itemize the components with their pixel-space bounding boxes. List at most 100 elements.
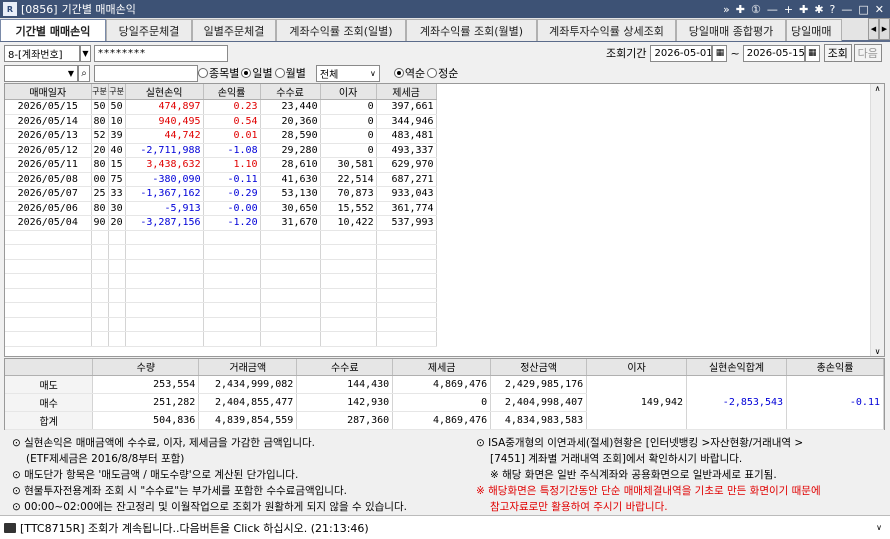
type-select[interactable]: 전체 ∨ <box>315 64 380 82</box>
table-row[interactable]: 2026/05/04 90 20 -3,287,156 -1.20 31,670 10,42… <box>5 215 437 231</box>
tab-scroll: ◀ ▶ <box>868 18 890 40</box>
warning-line: 참고자료로만 활용하여 주시기 바랍니다. <box>490 501 668 513</box>
tab-today-eval[interactable]: 당일매매 종합평가 <box>676 19 786 41</box>
table-row[interactable] <box>5 288 437 303</box>
tab-monthly-return[interactable]: 계좌수익률 조회(월별) <box>406 19 537 41</box>
link-number-icon[interactable]: ① <box>751 3 761 16</box>
status-text: [TTC8715R] 조회가 계속됩니다..다음버튼을 Click 하십시오. … <box>20 521 369 535</box>
note-line: [7451] 계좌별 거래내역 조회]에서 확인하시기 바랍니다. <box>490 453 743 465</box>
tab-prev-icon[interactable]: ◀ <box>868 18 879 40</box>
table-row[interactable] <box>5 230 437 245</box>
sum-col-fee: 수수료 <box>296 359 394 376</box>
help-icon[interactable]: ? <box>830 3 836 16</box>
col-interest[interactable]: 이자 <box>320 84 377 100</box>
radio-by-stock[interactable]: 종목별 <box>198 65 239 81</box>
calendar-icon[interactable]: ▦ <box>712 44 728 62</box>
grid-scrollbar[interactable]: ∧ ∨ <box>870 84 884 356</box>
table-row[interactable]: 2026/05/06 80 30 -5,913 -0.00 30,650 15,552 361… <box>5 201 437 216</box>
table-row[interactable]: 2026/05/08 00 75 -380,090 -0.11 41,630 22,514 6… <box>5 172 437 187</box>
filter-row: ▼ ⌕ 종목별 일별 월별 전체 ∨ 역순 정순 <box>4 64 460 82</box>
table-row[interactable] <box>5 244 437 260</box>
radio-reverse[interactable]: 역순 <box>393 65 425 81</box>
sum-col-tax: 제세금 <box>392 359 492 376</box>
password-input[interactable]: ******** <box>94 44 228 62</box>
warning-line: ※ 해당화면은 특정기간동안 단순 매매체결내역을 기초로 만든 화면이기 때문… <box>476 485 821 497</box>
stock-name-input[interactable] <box>94 64 198 82</box>
account-dropdown-icon[interactable]: ▼ <box>80 44 91 62</box>
period-row: 조회기간 2026-05-01 ▦ ~ 2026-05-15 ▦ 조회 다음 <box>606 44 882 62</box>
account-number-input[interactable]: 8-[계좌번호] <box>4 44 80 62</box>
notes-panel: ⊙ 실현손익은 매매금액에 수수료, 이자, 제세금을 가감한 금액입니다. (… <box>4 431 885 514</box>
col-rate[interactable]: 손익률 <box>203 84 261 100</box>
tab-next-icon[interactable]: ▶ <box>879 18 890 40</box>
note-line: ⊙ 현물투자전용계좌 조회 시 "수수료"는 부가세를 포함한 수수료금액입니다… <box>12 485 347 497</box>
note-line: ⊙ 00:00~02:00에는 잔고정리 및 이월작업으로 조회가 원활하게 되… <box>12 501 407 513</box>
period-label: 조회기간 <box>606 47 647 60</box>
col-tax[interactable]: 제세금 <box>376 84 437 100</box>
col-fee[interactable]: 수수료 <box>260 84 321 100</box>
end-date-input[interactable]: 2026-05-15 <box>742 44 805 62</box>
window-title: 기간별 매매손익 <box>61 3 136 16</box>
sum-row-sell: 매도 253,554 2,434,999,082 144,430 4,869,476 2… <box>5 375 884 430</box>
note-line: (ETF제세금은 2016/8/8부터 포함) <box>26 453 185 465</box>
sum-interest: 149,942 <box>586 375 688 430</box>
zoom-out-icon[interactable]: — <box>767 3 778 16</box>
tab-today-orders[interactable]: 당일주문체결 <box>106 19 192 41</box>
calendar-icon[interactable]: ▦ <box>804 44 820 62</box>
note-line: ⊙ 매도단가 항목은 '매도금액 / 매도수량'으로 계산된 단가입니다. <box>12 469 299 481</box>
summary-table: 수량 거래금액 수수료 제세금 정산금액 이자 실현손익합계 총손익률 매도 2… <box>4 358 885 430</box>
settings-icon[interactable]: ✱ <box>814 3 823 16</box>
table-row[interactable] <box>5 259 437 274</box>
tab-return-detail[interactable]: 계좌투자수익률 상세조회 <box>537 19 676 41</box>
tab-today-trade[interactable]: 당일매매 <box>786 19 842 41</box>
pin2-icon[interactable]: ✚ <box>799 3 808 16</box>
sum-col-total-pnl: 실현손익합계 <box>686 359 788 376</box>
start-date-input[interactable]: 2026-05-01 <box>650 44 713 62</box>
search-icon[interactable]: ⌕ <box>78 64 90 82</box>
period-sep: ~ <box>730 46 740 60</box>
stock-code-input[interactable]: ▼ <box>4 64 78 82</box>
radio-by-month[interactable]: 월별 <box>274 65 306 81</box>
col-pnl[interactable]: 실현손익 <box>125 84 204 100</box>
col-a[interactable]: 구분 <box>91 84 109 100</box>
sum-total-pnl: -2,853,543 <box>686 375 788 430</box>
close-icon[interactable]: ✕ <box>875 3 884 16</box>
table-row[interactable] <box>5 331 437 347</box>
maximize-icon[interactable]: □ <box>858 3 868 16</box>
tab-bar: 기간별 매매손익 당일주문체결 일별주문체결 계좌수익률 조회(일별) 계좌수익… <box>0 18 890 42</box>
scroll-down-icon: ∨ <box>874 347 881 356</box>
zoom-in-icon[interactable]: + <box>784 3 793 16</box>
table-row[interactable] <box>5 273 437 289</box>
table-row[interactable]: 2026/05/07 25 33 -1,367,162 -0.29 53,130 70,87… <box>5 186 437 202</box>
note-line: ⊙ 실현손익은 매매금액에 수수료, 이자, 제세금을 가감한 금액입니다. <box>12 437 315 449</box>
status-dropdown-icon[interactable]: ∨ <box>876 523 882 532</box>
query-button[interactable]: 조회 <box>823 44 852 62</box>
table-row[interactable] <box>5 302 437 318</box>
account-row: 8-[계좌번호] ▼ ******** <box>4 44 228 62</box>
sum-col-qty: 수량 <box>92 359 200 376</box>
col-date[interactable]: 매매일자 <box>5 84 92 100</box>
col-b[interactable]: 구분 <box>108 84 126 100</box>
daily-pnl-grid[interactable]: 매매일자 구분 구분 실현손익 손익률 수수료 이자 제세금 2026/05/1… <box>4 83 885 357</box>
sum-total-rate: -0.11 <box>786 375 884 430</box>
tab-daily-return[interactable]: 계좌수익률 조회(일별) <box>276 19 406 41</box>
sum-col-total-rate: 총손익률 <box>786 359 884 376</box>
table-row[interactable] <box>5 317 437 332</box>
status-bar: [TTC8715R] 조회가 계속됩니다..다음버튼을 Click 하십시오. … <box>0 515 890 539</box>
tab-period-pnl[interactable]: 기간별 매매손익 <box>0 19 106 41</box>
scroll-up-icon: ∧ <box>874 84 881 93</box>
expand-icon[interactable]: » <box>723 3 730 16</box>
table-row[interactable]: 2026/05/14 80 10 940,495 0.54 20,360 0 344,946 <box>5 114 437 129</box>
sum-col-interest: 이자 <box>586 359 688 376</box>
radio-by-day[interactable]: 일별 <box>241 65 273 81</box>
next-button[interactable]: 다음 <box>853 44 882 62</box>
table-row[interactable]: 2026/05/12 20 40 -2,711,988 -1.08 29,280 0 493,… <box>5 143 437 158</box>
radio-forward[interactable]: 정순 <box>427 65 458 81</box>
minimize-icon[interactable]: — <box>841 3 852 16</box>
pin-icon[interactable]: ✚ <box>736 3 745 16</box>
table-row[interactable]: 2026/05/11 80 15 3,438,632 1.10 28,610 30,581 6… <box>5 157 437 173</box>
note-line: ⊙ ISA중개형의 이연과세(절세)현황은 [인터넷뱅킹 >자산현황/거래내역 … <box>476 437 804 449</box>
table-row[interactable]: 2026/05/13 52 39 44,742 0.01 28,590 0 483,481 <box>5 128 437 144</box>
tab-daily-orders[interactable]: 일별주문체결 <box>192 19 276 41</box>
table-row[interactable]: 2026/05/15 50 50 474,897 0.23 23,440 0 397,661 <box>5 99 437 115</box>
